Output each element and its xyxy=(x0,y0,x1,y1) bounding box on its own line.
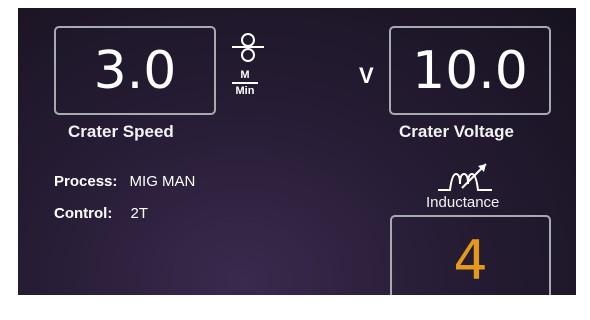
inductance-icon xyxy=(438,163,492,191)
process-value: MIG MAN xyxy=(129,173,196,190)
control-value: 2T xyxy=(130,205,149,222)
crater-voltage-label: Crater Voltage xyxy=(399,122,514,141)
speed-unit-bottom: Min xyxy=(235,85,255,97)
wire-spool-icon xyxy=(232,33,264,62)
crater-voltage-value: 10.0 xyxy=(412,40,528,101)
crater-speed-value: 3.0 xyxy=(93,40,177,101)
speed-unit: M Min xyxy=(230,69,260,97)
crater-speed-label: Crater Speed xyxy=(68,122,174,141)
control-row: Control: 2T xyxy=(54,205,148,222)
process-label: Process: xyxy=(54,173,118,190)
inductance-value: 4 xyxy=(453,229,488,292)
crater-speed-value-box[interactable]: 3.0 xyxy=(54,26,216,115)
process-row: Process: MIG MAN xyxy=(54,173,195,190)
welder-display-screen: 3.0 M Min Crater Speed V 10.0 Crater Vol… xyxy=(18,8,576,295)
voltage-unit: V xyxy=(359,63,374,88)
control-label: Control: xyxy=(54,205,113,222)
unit-fraction-bar xyxy=(232,82,258,84)
speed-unit-top: M xyxy=(240,69,250,81)
inductance-value-box[interactable]: 4 xyxy=(390,215,551,295)
inductance-label: Inductance xyxy=(426,194,500,211)
crater-voltage-value-box[interactable]: 10.0 xyxy=(389,26,551,115)
